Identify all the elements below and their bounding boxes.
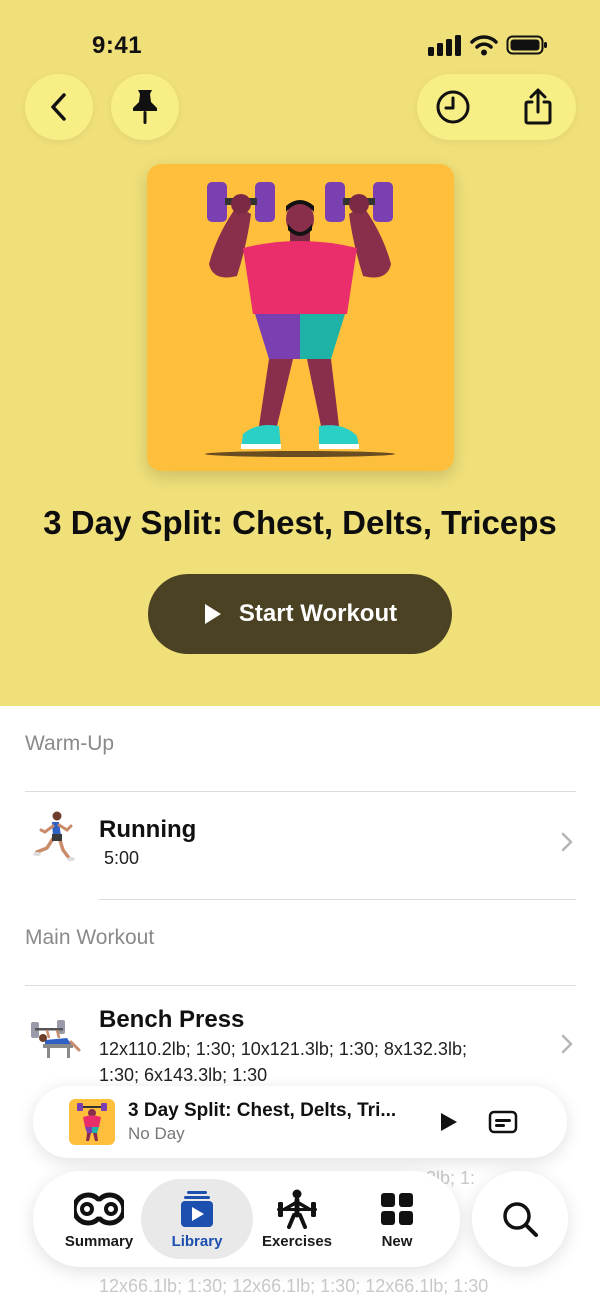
tab-label: Library bbox=[171, 1233, 223, 1250]
mini-player-title: 3 Day Split: Chest, Delts, Tri... bbox=[128, 1100, 397, 1121]
weightlifter-icon bbox=[277, 1189, 317, 1229]
header-action-group bbox=[417, 74, 576, 140]
pin-icon bbox=[133, 90, 157, 124]
exercise-name: Bench Press bbox=[99, 1006, 245, 1033]
workout-card-icon[interactable] bbox=[488, 1109, 518, 1135]
clock-icon bbox=[436, 90, 470, 124]
wifi-icon bbox=[470, 35, 498, 56]
chevron-right-icon bbox=[561, 832, 573, 852]
start-workout-label: Start Workout bbox=[238, 600, 398, 627]
search-button[interactable] bbox=[472, 1171, 568, 1267]
section-header-main: Main Workout bbox=[25, 926, 155, 949]
tab-label: New bbox=[381, 1233, 413, 1250]
mini-player-subtitle: No Day bbox=[128, 1124, 185, 1143]
weightlifter-thumbnail bbox=[77, 1103, 107, 1141]
rings-icon bbox=[74, 1192, 124, 1226]
tab-exercises[interactable]: Exercises bbox=[241, 1179, 353, 1259]
cellular-icon bbox=[428, 35, 461, 56]
divider bbox=[99, 899, 576, 900]
bench-press-thumbnail bbox=[31, 1020, 81, 1058]
play-icon[interactable] bbox=[439, 1111, 459, 1133]
pin-button[interactable] bbox=[111, 74, 179, 140]
history-button[interactable] bbox=[434, 88, 472, 126]
tab-bar: Summary Library Exercises New bbox=[33, 1171, 460, 1267]
status-time: 9:41 bbox=[92, 32, 143, 59]
tab-label: Summary bbox=[64, 1233, 134, 1250]
share-button[interactable] bbox=[519, 88, 557, 126]
tab-library[interactable]: Library bbox=[141, 1179, 253, 1259]
search-icon bbox=[503, 1202, 538, 1237]
chevron-left-icon bbox=[51, 93, 66, 121]
tab-new[interactable]: New bbox=[341, 1179, 453, 1259]
section-header-warmup: Warm-Up bbox=[25, 732, 115, 755]
exercise-detail: 12x110.2lb; 1:30; 10x121.3lb; 1:30; 8x13… bbox=[99, 1039, 467, 1085]
tab-label: Exercises bbox=[261, 1233, 333, 1250]
runner-thumbnail bbox=[33, 811, 75, 861]
mini-player-artwork bbox=[69, 1099, 115, 1145]
weightlifter-illustration bbox=[205, 182, 395, 457]
exercise-detail: 5:00 bbox=[104, 848, 140, 868]
workout-artwork bbox=[147, 164, 454, 471]
exercise-row-running[interactable]: Running 5:00 bbox=[0, 792, 600, 899]
play-icon bbox=[204, 604, 221, 624]
share-icon bbox=[524, 88, 552, 125]
grid-icon bbox=[381, 1193, 413, 1225]
exercise-name: Running bbox=[99, 816, 197, 843]
status-icons bbox=[428, 34, 548, 56]
library-icon bbox=[181, 1191, 213, 1227]
workout-title: 3 Day Split: Chest, Delts, Triceps bbox=[43, 504, 557, 541]
start-workout-button[interactable]: Start Workout bbox=[148, 574, 452, 654]
exercise-detail-partial: 12x66.1lb; 1:30; 12x66.1lb; 1:30; 12x66.… bbox=[99, 1276, 489, 1296]
status-bar: 9:41 bbox=[0, 30, 600, 60]
battery-icon bbox=[506, 35, 547, 55]
back-button[interactable] bbox=[25, 74, 93, 140]
exercise-row-bench-press[interactable]: Bench Press 12x110.2lb; 1:30; 10x121.3lb… bbox=[0, 986, 600, 1096]
tab-summary[interactable]: Summary bbox=[43, 1179, 155, 1259]
mini-player[interactable]: 3 Day Split: Chest, Delts, Tri... No Day bbox=[33, 1086, 567, 1158]
chevron-right-icon bbox=[561, 1034, 573, 1054]
